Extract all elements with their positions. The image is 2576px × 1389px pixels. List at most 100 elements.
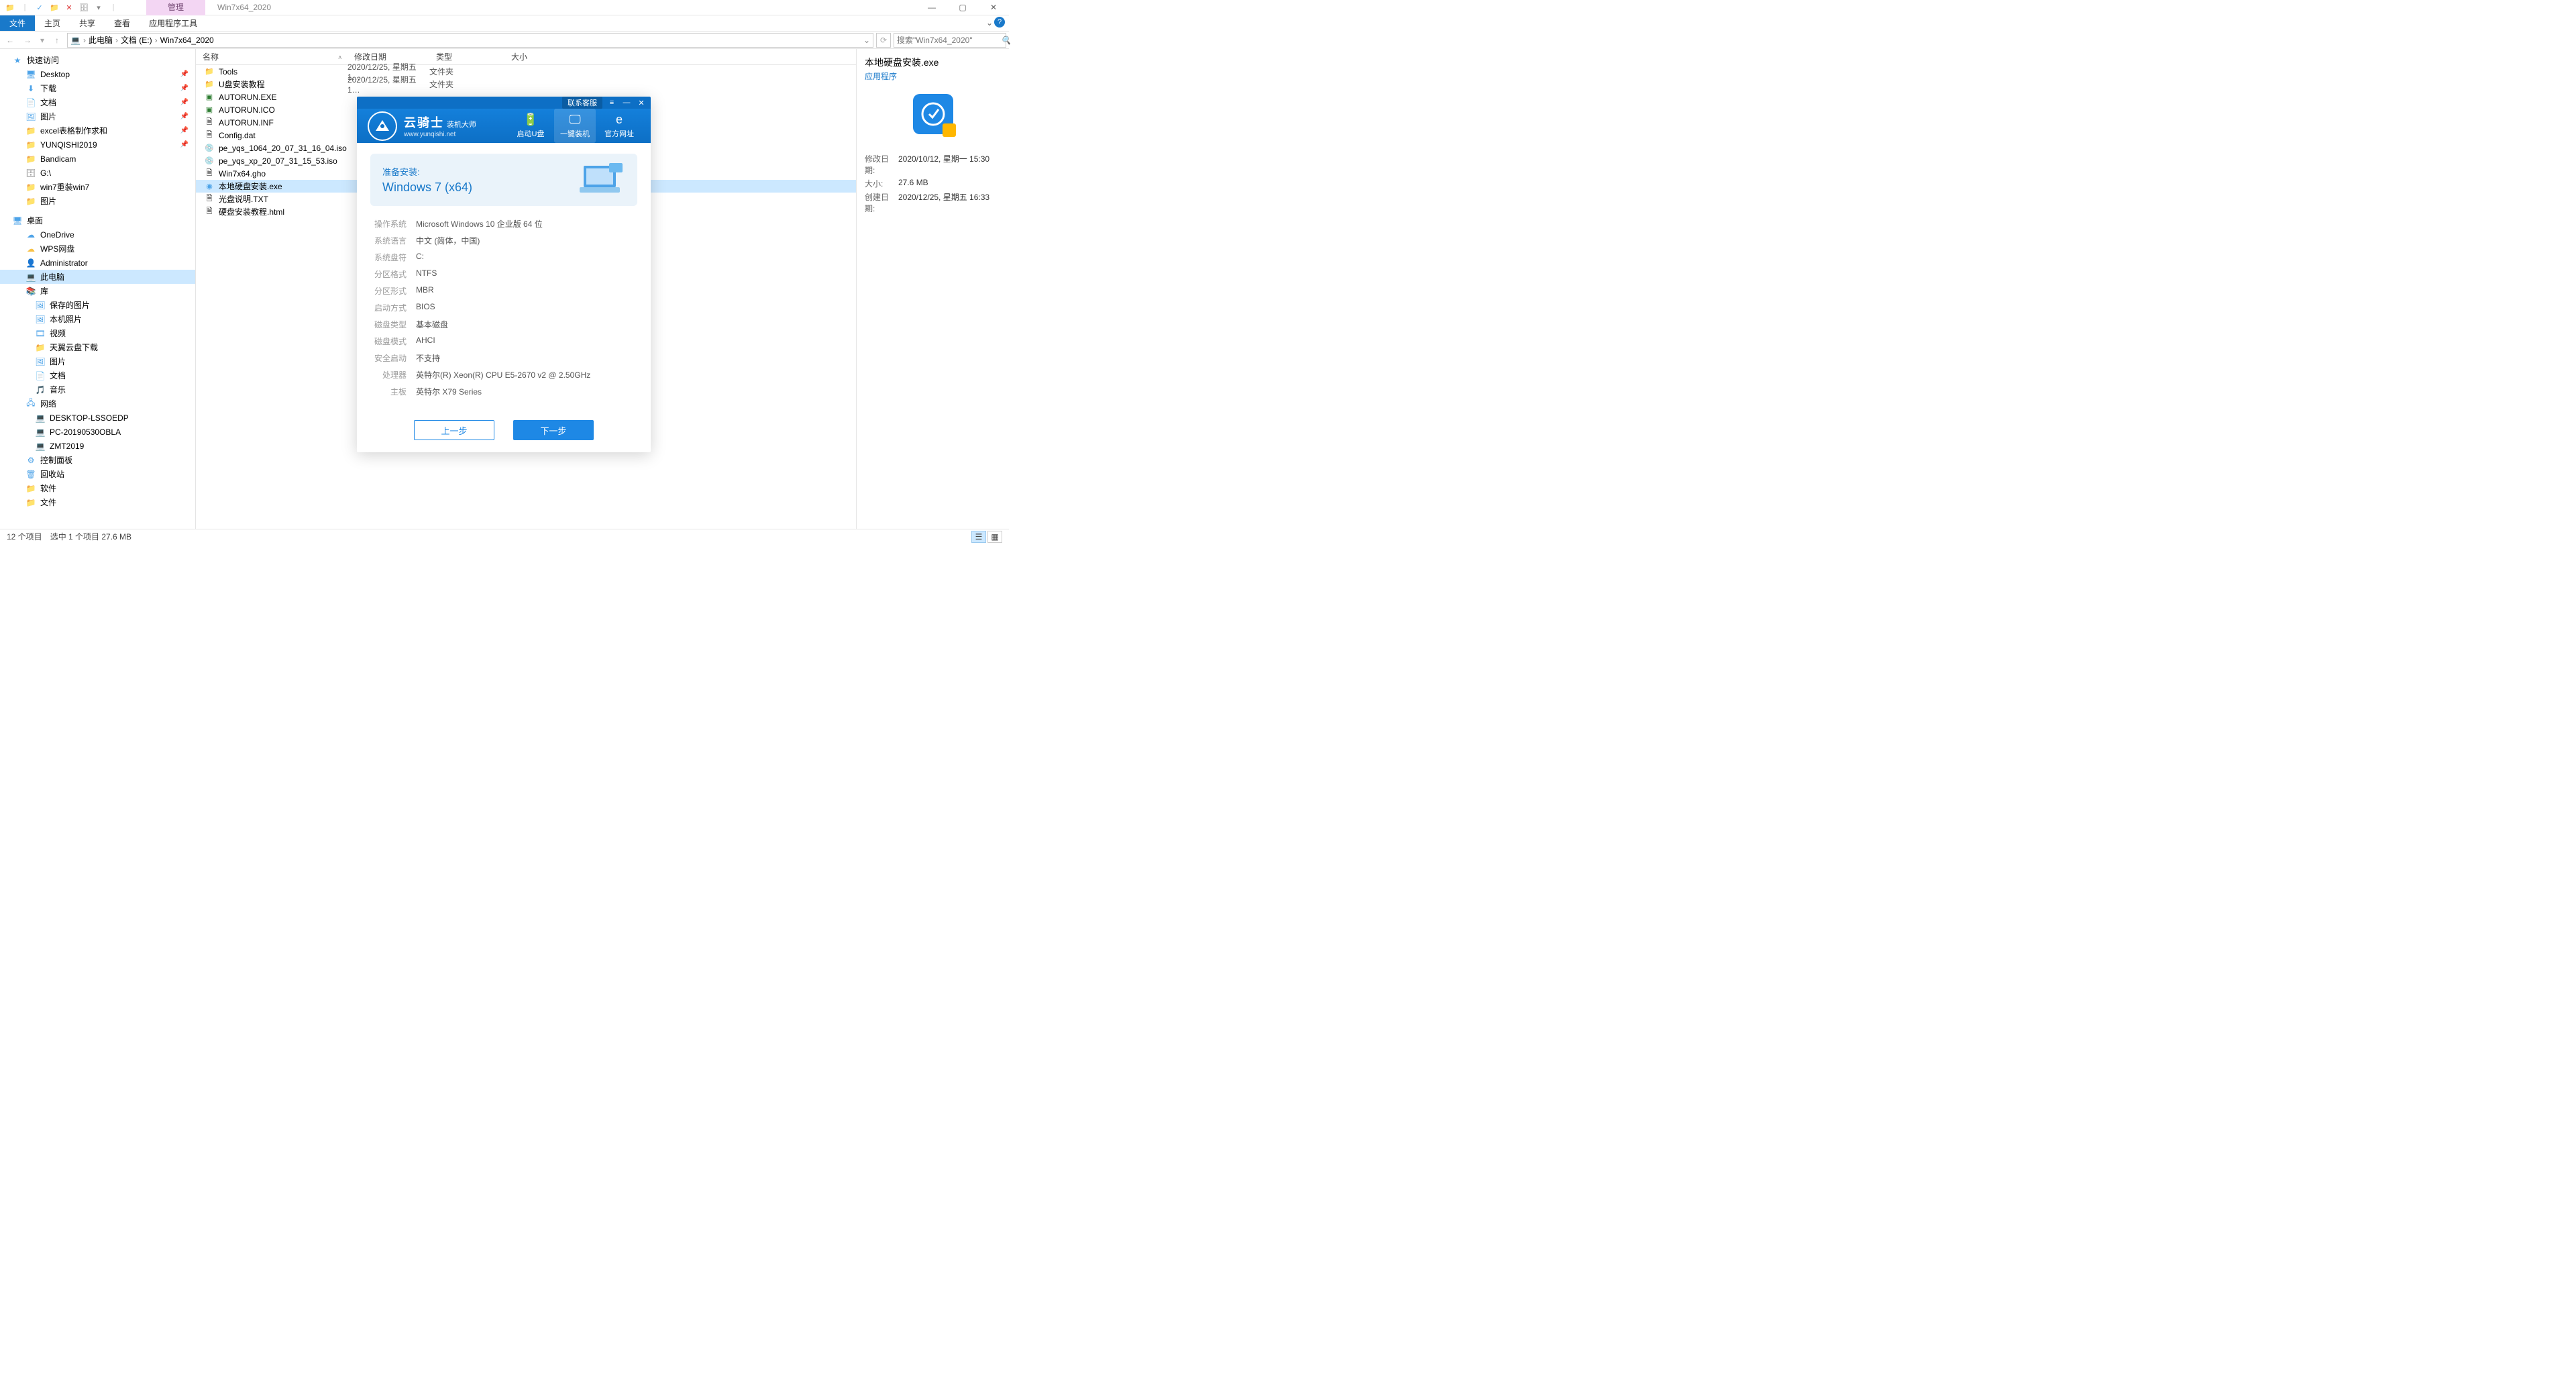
nav-item[interactable]: 📁Bandicam xyxy=(0,152,195,166)
refresh-button[interactable]: ⟳ xyxy=(876,33,891,48)
prev-button[interactable]: 上一步 xyxy=(414,420,494,440)
nav-item[interactable]: ⚙控制面板 xyxy=(0,453,195,467)
dialog-actions: 上一步 下一步 xyxy=(357,413,651,452)
disk-icon[interactable]: 🗄 xyxy=(78,1,90,13)
column-type[interactable]: 类型 xyxy=(429,51,504,62)
recent-locations-button[interactable]: ▾ xyxy=(38,33,47,48)
nav-item[interactable]: 🗄G:\ xyxy=(0,166,195,180)
ribbon-context-tab[interactable]: 管理 xyxy=(146,0,205,15)
details-view-button[interactable]: ☰ xyxy=(971,531,986,543)
ribbon-expand-icon[interactable]: ⌄ xyxy=(986,18,993,28)
file-row[interactable]: 📁U盘安装教程2020/12/25, 星期五 1…文件夹 xyxy=(196,78,856,91)
close-icon[interactable]: ✕ xyxy=(636,99,647,107)
nav-item[interactable]: 🎵音乐 xyxy=(0,382,195,397)
nav-item[interactable]: 🖥Desktop📌 xyxy=(0,67,195,81)
nav-quick-access[interactable]: ★ 快速访问 xyxy=(0,53,195,67)
nav-item[interactable]: 🎞视频 xyxy=(0,326,195,340)
info-key: 操作系统 xyxy=(370,218,407,229)
back-button[interactable]: ← xyxy=(3,33,17,48)
nav-item-label: 回收站 xyxy=(40,468,64,480)
file-name: Config.dat xyxy=(219,131,256,140)
breadcrumb-segment[interactable]: 此电脑 xyxy=(89,34,113,46)
breadcrumb-segment[interactable]: Win7x64_2020 xyxy=(160,36,214,45)
nav-item[interactable]: 🖼图片 xyxy=(0,354,195,368)
nav-item-icon: 📚 xyxy=(25,286,36,297)
chevron-right-icon[interactable]: › xyxy=(114,36,119,45)
nav-item[interactable]: 📁YUNQISHI2019📌 xyxy=(0,138,195,152)
nav-item-icon: 💻 xyxy=(35,427,46,438)
nav-item[interactable]: 📁天翼云盘下载 xyxy=(0,340,195,354)
breadcrumb[interactable]: 💻 › 此电脑 › 文档 (E:) › Win7x64_2020 ⌄ xyxy=(67,33,873,48)
minimize-button[interactable]: — xyxy=(916,0,947,15)
minimize-icon[interactable]: — xyxy=(621,99,632,107)
info-value: AHCI xyxy=(416,336,435,347)
checkmark-icon[interactable]: ✓ xyxy=(34,1,46,13)
nav-item[interactable]: ☁OneDrive xyxy=(0,227,195,242)
nav-item[interactable]: 🖼本机照片 xyxy=(0,312,195,326)
nav-item[interactable]: 📁excel表格制作求和📌 xyxy=(0,123,195,138)
nav-item-icon: 📁 xyxy=(25,154,36,164)
folder-icon[interactable]: 📁 xyxy=(48,1,60,13)
up-button[interactable]: ↑ xyxy=(50,33,64,48)
nav-item[interactable]: 📄文档 xyxy=(0,368,195,382)
breadcrumb-segment[interactable]: 文档 (E:) xyxy=(121,34,152,46)
nav-item[interactable]: 📁win7重装win7 xyxy=(0,180,195,194)
nav-item-label: 图片 xyxy=(40,111,56,122)
search-box[interactable]: 🔍 xyxy=(894,33,1006,48)
nav-item-icon: 📁 xyxy=(35,342,46,353)
nav-item[interactable]: 💻DESKTOP-LSSOEDP xyxy=(0,411,195,425)
info-key: 启动方式 xyxy=(370,302,407,313)
search-input[interactable] xyxy=(897,36,1001,45)
close-red-icon[interactable]: ✕ xyxy=(63,1,75,13)
dropdown-icon[interactable]: ▾ xyxy=(93,1,105,13)
next-button[interactable]: 下一步 xyxy=(513,420,594,440)
dialog-tab[interactable]: 🖵一键装机 xyxy=(554,109,596,143)
nav-item-label: 图片 xyxy=(40,195,56,207)
chevron-right-icon[interactable]: › xyxy=(154,36,159,45)
column-name[interactable]: 名称 ʌ xyxy=(196,51,347,62)
nav-item[interactable]: 📄文档📌 xyxy=(0,95,195,109)
ribbon-tab-app-tools[interactable]: 应用程序工具 xyxy=(140,15,207,31)
nav-item[interactable]: 📚库 xyxy=(0,284,195,298)
window-controls: — ▢ ✕ xyxy=(916,0,1009,15)
nav-item[interactable]: ☁WPS网盘 xyxy=(0,242,195,256)
help-icon[interactable]: ? xyxy=(994,17,1005,28)
nav-item[interactable]: 📁图片 xyxy=(0,194,195,208)
nav-item[interactable]: 💻此电脑 xyxy=(0,270,195,284)
nav-item[interactable]: 👤Administrator xyxy=(0,256,195,270)
nav-item[interactable]: 🖼保存的图片 xyxy=(0,298,195,312)
ribbon-tab-file[interactable]: 文件 xyxy=(0,15,35,31)
search-icon[interactable]: 🔍 xyxy=(1001,36,1011,45)
dialog-header: 云骑士装机大师 www.yunqishi.net 🔋启动U盘🖵一键装机e官方网址 xyxy=(357,109,651,143)
ribbon-tab-view[interactable]: 查看 xyxy=(105,15,140,31)
dialog-tabs: 🔋启动U盘🖵一键装机e官方网址 xyxy=(510,109,640,143)
column-size[interactable]: 大小 xyxy=(504,51,572,62)
nav-item[interactable]: 💻ZMT2019 xyxy=(0,439,195,453)
nav-item[interactable]: 📁文件 xyxy=(0,495,195,509)
nav-item-label: 本机照片 xyxy=(50,313,82,325)
nav-item[interactable]: 🗑回收站 xyxy=(0,467,195,481)
nav-item-icon: 📄 xyxy=(35,370,46,381)
dialog-tab[interactable]: 🔋启动U盘 xyxy=(510,109,551,143)
nav-item[interactable]: 📁软件 xyxy=(0,481,195,495)
nav-item-label: WPS网盘 xyxy=(40,243,74,254)
nav-item[interactable]: ⬇下载📌 xyxy=(0,81,195,95)
menu-icon[interactable]: ≡ xyxy=(606,99,617,107)
forward-button[interactable]: → xyxy=(20,33,35,48)
chevron-right-icon[interactable]: › xyxy=(82,36,87,45)
breadcrumb-dropdown-icon[interactable]: ⌄ xyxy=(863,36,870,45)
shield-badge-icon xyxy=(943,123,956,137)
contact-support-button[interactable]: 联系客服 xyxy=(562,97,602,109)
nav-desktop[interactable]: 🖥 桌面 xyxy=(0,213,195,227)
file-row[interactable]: 📁Tools2020/12/25, 星期五 1…文件夹 xyxy=(196,65,856,78)
nav-item[interactable]: 💻PC-20190530OBLA xyxy=(0,425,195,439)
nav-item[interactable]: 🖼图片📌 xyxy=(0,109,195,123)
close-button[interactable]: ✕ xyxy=(978,0,1009,15)
dialog-tab[interactable]: e官方网址 xyxy=(598,109,640,143)
icons-view-button[interactable]: ▦ xyxy=(987,531,1002,543)
maximize-button[interactable]: ▢ xyxy=(947,0,978,15)
nav-item-label: 视频 xyxy=(50,327,66,339)
ribbon-tab-home[interactable]: 主页 xyxy=(35,15,70,31)
nav-network[interactable]: 🖧 网络 xyxy=(0,397,195,411)
ribbon-tab-share[interactable]: 共享 xyxy=(70,15,105,31)
